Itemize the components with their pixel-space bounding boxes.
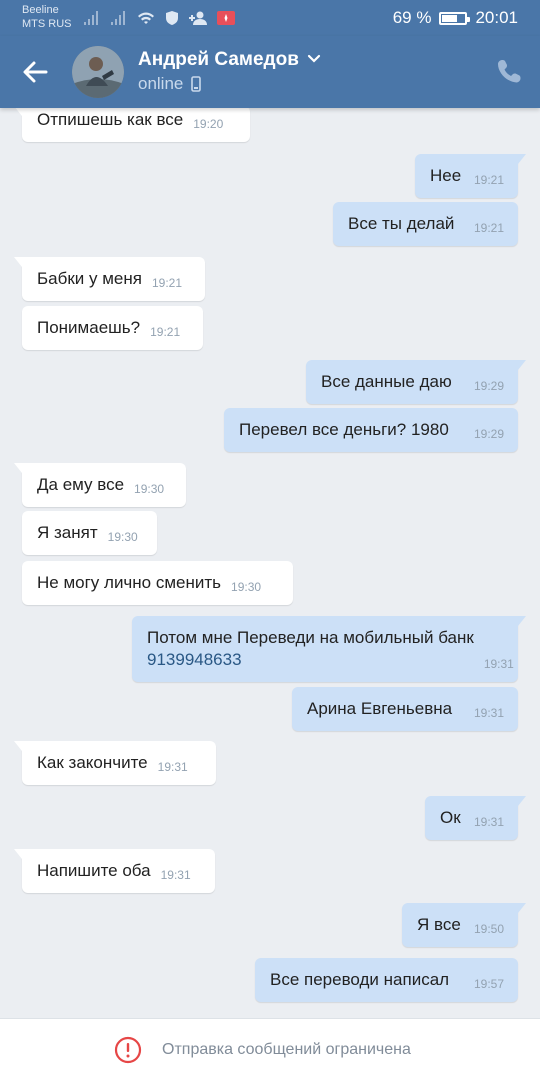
bubble-tail: [14, 849, 28, 863]
message-time: 19:31: [483, 657, 514, 671]
outgoing-message[interactable]: Нее 19:21: [415, 154, 526, 198]
message-text: Отпишешь как все: [37, 110, 184, 129]
message-text: Ок: [440, 808, 461, 827]
avatar-image: [72, 46, 124, 98]
incoming-message[interactable]: Отпишешь как все 19:20: [15, 108, 250, 142]
bubble-tail: [512, 796, 526, 810]
carrier-1: Beeline: [22, 4, 59, 16]
outgoing-message[interactable]: Перевел все деньги? 1980 19:29: [224, 408, 518, 452]
bubble-tail: [14, 741, 28, 755]
incoming-message[interactable]: Не могу лично сменить 19:30: [22, 561, 293, 605]
message-time: 19:20: [193, 117, 224, 131]
back-arrow-icon[interactable]: [18, 56, 52, 88]
message-text: Потом мне Переведи на мобильный банк: [147, 628, 474, 647]
restriction-notice: Отправка сообщений ограничена: [162, 1041, 411, 1058]
bubble-tail: [14, 463, 28, 477]
battery-percent: 69 %: [392, 8, 432, 27]
incoming-message[interactable]: Бабки у меня 19:21: [14, 257, 205, 301]
clock: 20:01: [475, 8, 518, 27]
avatar[interactable]: [72, 46, 124, 98]
chat-header: Андрей Самедов online: [0, 36, 540, 108]
outgoing-message[interactable]: Арина Евгеньевна 19:31: [292, 687, 518, 731]
wifi-icon: [138, 12, 154, 24]
shield-icon: [166, 11, 178, 25]
status-bar: Beeline MTS RUS 69 % 20:01: [0, 0, 540, 36]
status-icons: [82, 9, 235, 27]
incoming-message[interactable]: Как закончите 19:31: [14, 741, 216, 785]
message-text: Не могу лично сменить: [37, 573, 222, 592]
message-time: 19:21: [151, 276, 182, 290]
status-right: 69 % 20:01: [393, 8, 518, 28]
message-text: Арина Евгеньевна: [307, 699, 453, 718]
bubble-tail: [512, 154, 526, 168]
composer-restricted-bar: Отправка сообщений ограничена: [0, 1018, 540, 1081]
bubble-tail: [512, 360, 526, 374]
warning-icon: [114, 1036, 142, 1064]
message-time: 19:21: [473, 221, 504, 235]
contact-name[interactable]: Андрей Самедов: [138, 49, 299, 71]
message-text: Напишите оба: [37, 861, 151, 880]
outgoing-message[interactable]: Все переводи написал 19:57: [255, 958, 518, 1002]
huawei-icon: [217, 11, 235, 25]
bubble-tail: [14, 257, 28, 271]
bubble-tail: [512, 616, 526, 630]
message-time: 19:31: [160, 868, 191, 882]
message-list[interactable]: Отпишешь как все 19:20 Нее 19:21 Все ты дела…: [0, 108, 540, 1018]
message-time: 19:30: [134, 482, 165, 496]
online-status: online: [138, 74, 184, 93]
bubble-tail: [512, 903, 526, 917]
carrier-2: MTS RUS: [22, 18, 72, 30]
outgoing-message[interactable]: Потом мне Переведи на мобильный банк 9139…: [132, 616, 526, 682]
message-time: 19:30: [231, 580, 262, 594]
mobile-phone-icon: [191, 76, 202, 92]
message-text: Нее: [430, 166, 462, 185]
incoming-message[interactable]: Понимаешь? 19:21: [22, 306, 203, 350]
message-time: 19:50: [473, 922, 504, 936]
outgoing-message[interactable]: Я все 19:50: [402, 903, 526, 947]
message-time: 19:29: [473, 379, 504, 393]
outgoing-message[interactable]: Все ты делай 19:21: [333, 202, 518, 246]
phone-call-icon[interactable]: [496, 58, 522, 84]
message-text: Все данные даю: [321, 372, 452, 391]
message-time: 19:29: [473, 427, 504, 441]
bubble-tail: [15, 108, 28, 120]
message-text: Да ему все: [37, 475, 125, 494]
incoming-message[interactable]: Да ему все 19:30: [14, 463, 186, 507]
signal-icon: [84, 11, 98, 25]
message-text: Я все: [417, 915, 461, 934]
contact-status: online: [138, 74, 202, 94]
message-text: Бабки у меня: [37, 269, 142, 288]
message-text: Все ты делай: [348, 214, 455, 233]
phone-number-link[interactable]: 9139948633: [147, 649, 474, 671]
incoming-message[interactable]: Я занят 19:30: [22, 511, 157, 555]
message-time: 19:21: [150, 325, 181, 339]
incoming-message[interactable]: Напишите оба 19:31: [14, 849, 215, 893]
carrier-names: Beeline MTS RUS: [22, 3, 72, 31]
battery-level: [442, 14, 458, 22]
outgoing-message[interactable]: Все данные даю 19:29: [306, 360, 526, 404]
outgoing-message[interactable]: Ок 19:31: [425, 796, 526, 840]
message-time: 19:21: [473, 173, 504, 187]
chevron-down-icon[interactable]: [307, 54, 321, 64]
message-text: Понимаешь?: [37, 318, 141, 337]
message-body: Потом мне Переведи на мобильный банк 9139…: [147, 627, 474, 671]
message-time: 19:31: [473, 706, 504, 720]
battery-icon: [439, 11, 471, 25]
signal-2-icon: [111, 11, 125, 25]
message-time: 19:31: [473, 815, 504, 829]
message-text: Я занят: [37, 523, 98, 542]
message-time: 19:57: [473, 977, 504, 991]
message-text: Как закончите: [37, 753, 148, 772]
message-text: Все переводи написал: [270, 970, 450, 989]
add-friend-icon: [189, 11, 207, 25]
message-time: 19:30: [107, 530, 138, 544]
message-time: 19:31: [157, 760, 188, 774]
message-text: Перевел все деньги? 1980: [239, 420, 449, 439]
